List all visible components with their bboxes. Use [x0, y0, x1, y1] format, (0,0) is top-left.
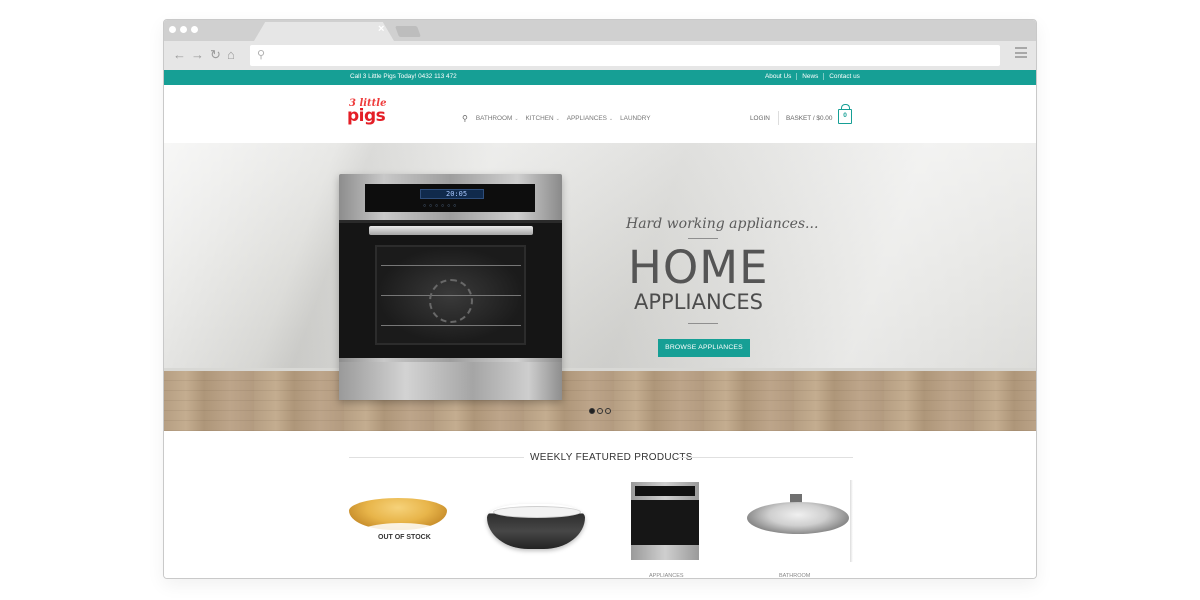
slide-dot[interactable]: [605, 408, 611, 414]
carousel-edge: [850, 480, 853, 562]
nav-item-appliances[interactable]: APPLIANCES ⌄: [567, 115, 613, 122]
product-oven-image[interactable]: [631, 482, 699, 560]
slide-dot[interactable]: [597, 408, 603, 414]
oven-door: [339, 220, 562, 358]
section-title: WEEKLY FEATURED PRODUCTS: [530, 452, 693, 463]
chevron-down-icon: ⌄: [608, 116, 614, 122]
oven-drawer: [339, 362, 562, 400]
main-navigation: ⚲ BATHROOM ⌄ KITCHEN ⌄ APPLIANCES ⌄ LAUNDRY: [462, 114, 658, 123]
home-icon[interactable]: ⌂: [227, 47, 235, 62]
chevron-down-icon: ⌄: [555, 116, 560, 122]
oven-handle: [369, 226, 533, 235]
logo-big-text: pigs: [347, 106, 386, 126]
login-link[interactable]: LOGIN: [750, 115, 770, 122]
phone-callout[interactable]: Call 3 Little Pigs Today! 0432 113 472: [350, 73, 457, 80]
featured-products: WEEKLY FEATURED PRODUCTS: [164, 431, 1036, 578]
window-controls: [169, 26, 198, 33]
hamburger-menu-icon[interactable]: [1015, 47, 1027, 58]
hero-divider-top: [688, 238, 718, 239]
about-us-link[interactable]: About Us: [760, 73, 796, 80]
search-icon: ⚲: [257, 49, 266, 61]
maximize-window-dot[interactable]: [191, 26, 198, 33]
news-link[interactable]: News: [796, 73, 823, 80]
site-header: 3 little pigs ⚲ BATHROOM ⌄ KITCHEN ⌄ APPLI…: [164, 85, 1036, 143]
site-logo[interactable]: 3 little pigs: [347, 98, 387, 132]
oven-rack: [381, 325, 521, 326]
top-links: About Us News Contact us: [760, 73, 865, 80]
browser-window: × ← → ↻ ⌂ ⚲ Call 3 Little Pigs Today! 04…: [163, 19, 1037, 579]
basket-link[interactable]: BASKET / $0.00: [786, 115, 832, 122]
section-rule-left: [349, 457, 524, 458]
slide-dot[interactable]: [589, 408, 595, 414]
contact-us-link[interactable]: Contact us: [823, 73, 865, 80]
nav-item-bathroom[interactable]: BATHROOM ⌄: [476, 115, 519, 122]
new-tab-button[interactable]: [394, 26, 422, 37]
hero-subhead: APPLIANCES: [634, 290, 763, 314]
oven-window: [375, 245, 526, 345]
chevron-down-icon: ⌄: [514, 116, 519, 122]
product-category-label[interactable]: APPLIANCES: [649, 573, 684, 578]
product-shower-head-image[interactable]: [747, 502, 849, 534]
tab-close-icon[interactable]: ×: [378, 23, 384, 35]
wood-floor: [164, 371, 1036, 431]
header-divider: [778, 111, 779, 125]
oven-image: 20:05 ○○○○○○: [339, 174, 562, 400]
hero-divider-bottom: [688, 323, 718, 324]
nav-item-laundry[interactable]: LAUNDRY: [620, 115, 650, 122]
oven-fan: [429, 279, 473, 323]
oven-buttons: ○○○○○○: [423, 203, 460, 209]
tab-bar: ×: [164, 20, 1036, 41]
hero-slider: 20:05 ○○○○○○ Hard working appliances... …: [164, 143, 1036, 431]
out-of-stock-badge: OUT OF STOCK: [351, 523, 451, 561]
forward-arrow-icon[interactable]: →: [191, 47, 204, 62]
minimize-window-dot[interactable]: [180, 26, 187, 33]
section-rule-right: [676, 457, 853, 458]
cart-icon[interactable]: 0: [838, 104, 852, 124]
hero-tagline: Hard working appliances...: [626, 216, 819, 232]
oven-control-panel: 20:05 ○○○○○○: [365, 184, 535, 212]
nav-search-icon[interactable]: ⚲: [462, 114, 468, 123]
wall-lighting: [164, 143, 1036, 371]
site-top-bar: Call 3 Little Pigs Today! 0432 113 472 A…: [164, 70, 1036, 85]
close-window-dot[interactable]: [169, 26, 176, 33]
browser-tab[interactable]: [254, 22, 394, 41]
hero-headline: HOME: [628, 241, 769, 294]
oven-rack: [381, 265, 521, 266]
oven-display: 20:05: [420, 189, 484, 199]
address-bar[interactable]: ⚲: [250, 45, 1000, 66]
nav-item-kitchen[interactable]: KITCHEN ⌄: [526, 115, 560, 122]
reload-icon[interactable]: ↻: [210, 47, 221, 63]
slider-pagination: [589, 408, 611, 414]
browser-toolbar: ← → ↻ ⌂ ⚲: [164, 41, 1036, 70]
browse-appliances-button[interactable]: BROWSE APPLIANCES: [658, 339, 750, 357]
product-category-label[interactable]: BATHROOM: [779, 573, 810, 578]
back-arrow-icon[interactable]: ←: [173, 47, 186, 62]
